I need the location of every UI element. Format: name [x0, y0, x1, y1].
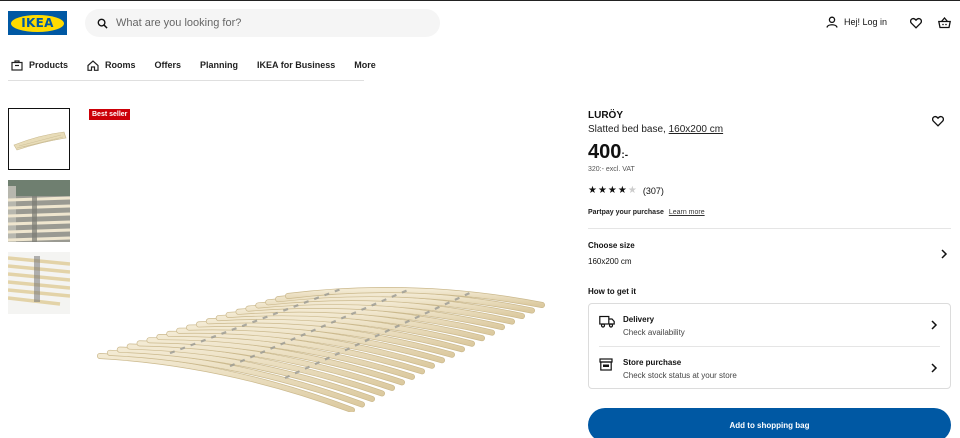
main-product-image — [97, 286, 545, 412]
main-nav: Products Rooms Offers Planning IKEA for … — [11, 58, 395, 72]
thumbnail-image-slats-closeup — [8, 180, 70, 242]
nav-item-ikea-for-business[interactable]: IKEA for Business — [257, 60, 335, 70]
delivery-option[interactable]: Delivery Check availability — [589, 304, 950, 346]
heart-icon — [909, 17, 923, 29]
add-to-favourites-button[interactable] — [931, 114, 945, 132]
delivery-subtitle: Check availability — [623, 328, 685, 337]
best-seller-badge: Best seller — [89, 109, 131, 120]
login-button[interactable]: Hej! Log in — [826, 16, 887, 28]
learn-more-link[interactable]: Learn more — [669, 209, 705, 216]
nav-label-rooms: Rooms — [105, 60, 136, 70]
product-name: LURÖY — [588, 110, 623, 121]
star-rating: ★★★★★ — [588, 185, 638, 196]
thumbnail-2[interactable] — [8, 180, 70, 242]
top-border — [0, 0, 960, 1]
product-size-link[interactable]: 160x200 cm — [669, 124, 723, 135]
section-divider — [588, 228, 951, 229]
nav-label-ikea-for-business: IKEA for Business — [257, 60, 336, 70]
price-excl-vat: 320:- excl. VAT — [588, 166, 635, 173]
choose-size-title: Choose size — [588, 241, 635, 250]
nav-label-products: Products — [29, 60, 69, 70]
heart-icon — [931, 115, 945, 127]
thumbnail-3[interactable] — [8, 252, 70, 314]
nav-label-planning: Planning — [200, 60, 239, 70]
store-icon — [599, 358, 613, 371]
nav-item-offers[interactable]: Offers — [155, 60, 182, 70]
store-purchase-subtitle: Check stock status at your store — [623, 371, 737, 380]
ikea-logo[interactable]: IKEA — [8, 11, 67, 35]
nav-label-offers: Offers — [154, 60, 182, 70]
price-value: 400 — [588, 141, 622, 163]
partpay-label: Partpay your purchase — [588, 209, 664, 216]
truck-icon — [599, 315, 615, 328]
partpay-info: Partpay your purchase Learn more — [588, 209, 705, 216]
search-bar[interactable] — [85, 9, 440, 37]
store-purchase-option[interactable]: Store purchase Check stock status at you… — [589, 347, 950, 389]
nav-item-planning[interactable]: Planning — [200, 60, 238, 70]
choose-size-selector[interactable]: Choose size 160x200 cm — [588, 240, 951, 270]
favourites-button[interactable] — [909, 16, 923, 34]
nav-item-rooms[interactable]: Rooms — [87, 59, 136, 71]
thumbnail-1[interactable] — [8, 108, 70, 170]
delivery-title: Delivery — [623, 315, 655, 324]
products-icon — [11, 59, 23, 71]
review-count: (307) — [642, 185, 664, 196]
shopping-basket-icon — [938, 17, 951, 29]
login-label: Hej! Log in — [844, 17, 888, 27]
thumbnail-image-bed-base — [9, 109, 69, 169]
product-price: 400:- — [588, 141, 628, 164]
nav-divider — [8, 80, 364, 81]
price-suffix: :- — [621, 150, 629, 161]
nav-item-products[interactable]: Products — [11, 59, 69, 71]
nav-item-more[interactable]: More — [354, 60, 376, 70]
logo-text: IKEA — [21, 16, 54, 30]
nav-label-more: More — [354, 60, 376, 70]
chevron-right-icon — [941, 249, 948, 259]
product-description: Slatted bed base, 160x200 cm — [588, 124, 723, 135]
search-input[interactable] — [116, 17, 416, 29]
how-to-get-it-title: How to get it — [588, 287, 636, 296]
cart-button[interactable] — [938, 16, 951, 34]
logo-oval: IKEA — [11, 14, 64, 32]
thumbnail-image-rolled-slats — [8, 252, 70, 314]
selected-size: 160x200 cm — [588, 257, 632, 266]
chevron-right-icon — [931, 320, 938, 330]
chevron-right-icon — [931, 363, 938, 373]
add-to-shopping-bag-button[interactable]: Add to shopping bag — [588, 408, 951, 438]
search-icon — [97, 18, 108, 29]
user-icon — [826, 16, 838, 28]
home-icon — [87, 59, 99, 71]
product-type: Slatted bed base, — [588, 124, 666, 135]
fulfilment-options: Delivery Check availability Store purcha… — [588, 303, 951, 389]
rating-summary[interactable]: ★★★★★ (307) — [588, 185, 664, 196]
store-purchase-title: Store purchase — [623, 358, 682, 367]
